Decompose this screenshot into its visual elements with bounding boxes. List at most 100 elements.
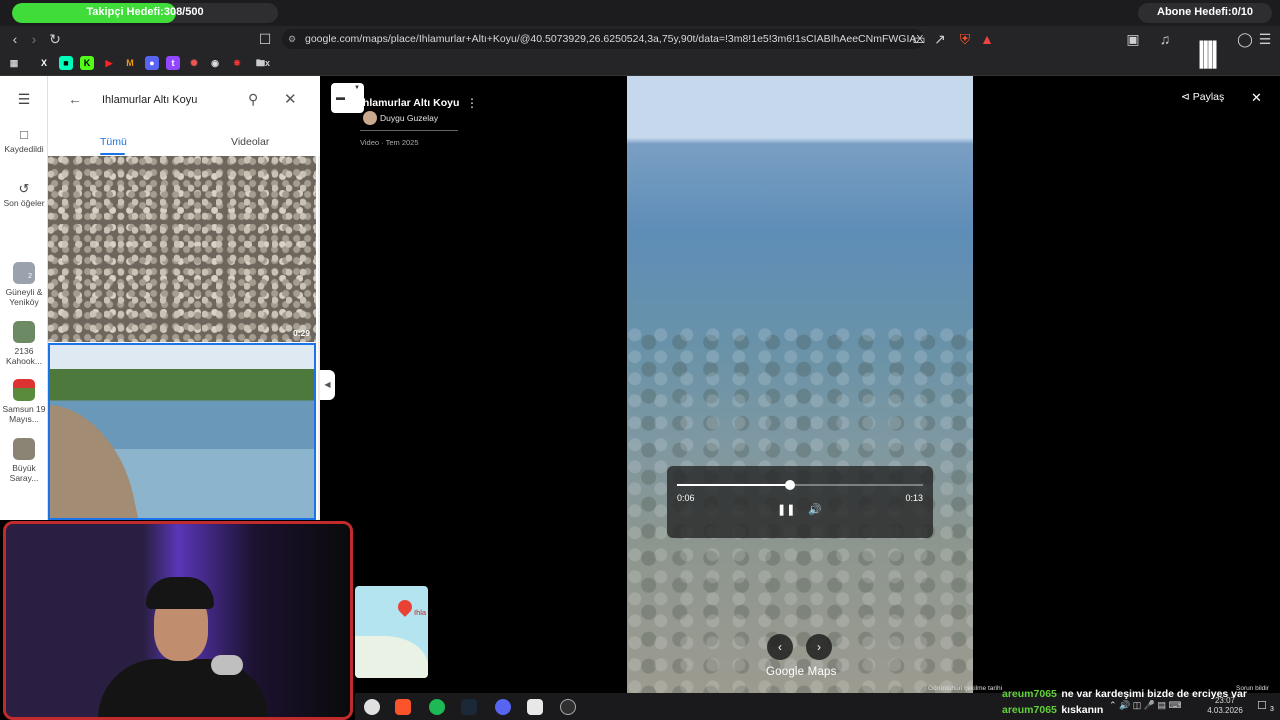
brave-rewards-icon[interactable]: ▲ xyxy=(978,30,996,48)
location-pin-icon xyxy=(395,597,415,617)
sidebar-icon[interactable]: ▣ xyxy=(1124,30,1142,48)
x-icon[interactable]: X xyxy=(37,56,51,70)
volume-icon[interactable]: 🔊 xyxy=(808,503,822,517)
google-maps-logo: Google Maps xyxy=(766,666,837,678)
recent-label: Son öğeler xyxy=(3,198,45,208)
sub-goal-bar: Abone Hedefi:0/10 xyxy=(1138,3,1272,23)
recent-item-label: Büyük Saray... xyxy=(9,463,39,483)
share-button[interactable]: ⊲ Paylaş xyxy=(1181,91,1224,103)
cast-icon[interactable]: ▭ xyxy=(910,30,928,48)
search-input[interactable]: Ihlamurlar Altı Koyu xyxy=(102,94,197,106)
recent-item-3[interactable]: Samsun 19 Mayıs... xyxy=(0,379,48,424)
browser-toolbar: ‹ › ↻ ☐ ⚙ google.com/maps/place/Ihlamurl… xyxy=(0,26,1280,52)
recent-item-4[interactable]: Büyük Saray... xyxy=(0,438,48,483)
spotify-icon[interactable] xyxy=(429,699,445,715)
menu-icon[interactable]: ☰ xyxy=(1256,30,1274,48)
mini-map[interactable]: Ihla xyxy=(355,586,428,678)
recent-button[interactable]: ↺ Son öğeler xyxy=(0,182,48,208)
brave-icon[interactable] xyxy=(395,699,411,715)
folder-icon[interactable]: 🖿x xyxy=(252,56,274,70)
video-camera-icon: ▬ xyxy=(336,92,345,102)
video-duration: 0:29 xyxy=(292,328,310,338)
bookmark-icon[interactable]: ☐ xyxy=(256,30,274,48)
back-icon[interactable]: ‹ xyxy=(6,30,24,48)
share-page-icon[interactable]: ↗ xyxy=(931,30,949,48)
panel-scrollbar[interactable] xyxy=(318,156,320,520)
follower-goal-bar: Takipçi Hedefi:308/500 xyxy=(12,3,278,23)
site-info-icon[interactable]: ⚙ xyxy=(288,29,296,49)
video-title: Ihlamurlar Altı Koyu xyxy=(360,97,460,109)
media-icon[interactable]: ♫ xyxy=(1156,30,1174,48)
bookmark-outline-icon: □ xyxy=(20,127,28,142)
share-label: Paylaş xyxy=(1192,91,1225,103)
discord-icon[interactable]: ● xyxy=(145,56,159,70)
current-time: 0:06 xyxy=(677,493,695,503)
media-thumbnail-video[interactable]: 0:29 xyxy=(48,156,316,342)
author-name[interactable]: Duygu Guzelay xyxy=(380,113,438,123)
saved-button[interactable]: □ Kaydedildi xyxy=(0,127,48,154)
twitch-icon[interactable]: t xyxy=(166,56,180,70)
seek-handle[interactable] xyxy=(785,480,796,490)
active-tab-indicator xyxy=(100,153,125,155)
chrome-icon[interactable] xyxy=(364,699,380,715)
stream-overlay-bar: Takipçi Hedefi:308/500 Abone Hedefi:0/10 xyxy=(0,0,1280,26)
vpn-icon[interactable]: ◯ xyxy=(1236,30,1254,48)
address-bar[interactable]: ⚙ google.com/maps/place/Ihlamurlar+Altı+… xyxy=(282,29,924,49)
app-icon[interactable] xyxy=(560,699,576,715)
previous-button[interactable]: ‹ xyxy=(767,634,793,660)
recent-item-1[interactable]: 2 Güneyli & Yeniköy xyxy=(0,262,48,307)
video-player[interactable] xyxy=(627,76,973,693)
streamer-hat xyxy=(146,577,214,609)
clock-date: 4.03.2026 xyxy=(1207,706,1243,715)
youtube-icon[interactable]: ▶ xyxy=(102,56,116,70)
recent-item-2[interactable]: 2136 Kahook... xyxy=(0,321,48,366)
tab-videos[interactable]: Videolar xyxy=(231,136,269,148)
pause-icon[interactable]: ❚❚ xyxy=(777,503,795,517)
discord-icon[interactable] xyxy=(495,699,511,715)
chat-text: kıskanın xyxy=(1061,704,1104,716)
chat-text: ne var kardeşimi bizde de erciyes var xyxy=(1061,688,1247,700)
next-button[interactable]: › xyxy=(806,634,832,660)
reload-icon[interactable]: ↻ xyxy=(46,30,64,48)
chat-username: areum7065 xyxy=(1002,688,1057,700)
map-label: Ihla xyxy=(414,608,427,617)
chat-username: areum7065 xyxy=(1002,704,1057,716)
maps-left-rail: ☰ □ Kaydedildi ↺ Son öğeler 2 Güneyli & … xyxy=(0,76,48,520)
bookmarks-bar: ▦ X ■ K ▶ M ● t ✺ ◉ ✸ 🖿x xyxy=(0,52,1280,76)
close-icon[interactable]: ✕ xyxy=(284,90,297,108)
tab-all[interactable]: Tümü xyxy=(100,136,127,148)
notification-icon[interactable]: ☐ xyxy=(1257,699,1267,712)
app-icon[interactable]: ◉ xyxy=(208,56,222,70)
microphone xyxy=(211,655,243,675)
place-side-panel: ← Ihlamurlar Altı Koyu ⚲ ✕ Tümü Videolar… xyxy=(48,76,320,520)
app-icon[interactable]: M xyxy=(123,56,137,70)
total-time: 0:13 xyxy=(905,493,923,503)
streamer-logo: |||| xyxy=(1197,36,1219,69)
video-meta: Video · Tem 2025 xyxy=(360,138,419,147)
steam-icon[interactable] xyxy=(461,699,477,715)
recent-item-label: Samsun 19 Mayıs... xyxy=(2,404,46,424)
recent-item-label: 2136 Kahook... xyxy=(6,346,42,366)
search-icon[interactable]: ⚲ xyxy=(248,91,258,108)
avatar[interactable] xyxy=(363,111,377,125)
more-options-icon[interactable]: ⋮ xyxy=(466,96,478,110)
apps-grid-icon[interactable]: ▦ xyxy=(7,56,21,70)
collapse-panel-button[interactable]: ◀ xyxy=(320,370,335,400)
chevron-down-icon: ▼ xyxy=(354,85,360,91)
saved-label: Kaydedildi xyxy=(4,144,44,154)
forward-icon[interactable]: › xyxy=(25,30,43,48)
menu-hamburger-icon[interactable]: ☰ xyxy=(0,92,48,106)
seek-bar[interactable] xyxy=(677,480,923,490)
kick-icon[interactable]: K xyxy=(80,56,94,70)
close-video-button[interactable]: ✕ xyxy=(1251,90,1262,106)
app-icon[interactable]: ✺ xyxy=(187,56,201,70)
media-thumbnail-photo[interactable] xyxy=(48,343,316,520)
notepad-icon[interactable] xyxy=(527,699,543,715)
brave-shield-icon[interactable]: ⛨ xyxy=(956,30,974,48)
app-icon[interactable]: ✸ xyxy=(230,56,244,70)
app-icon[interactable]: ■ xyxy=(59,56,73,70)
chat-message: areum7065 kıskanın xyxy=(1002,700,1103,718)
seek-progress xyxy=(677,484,791,486)
video-controls: 0:06 0:13 ❚❚ 🔊 xyxy=(667,466,933,538)
back-arrow-icon[interactable]: ← xyxy=(68,91,82,107)
